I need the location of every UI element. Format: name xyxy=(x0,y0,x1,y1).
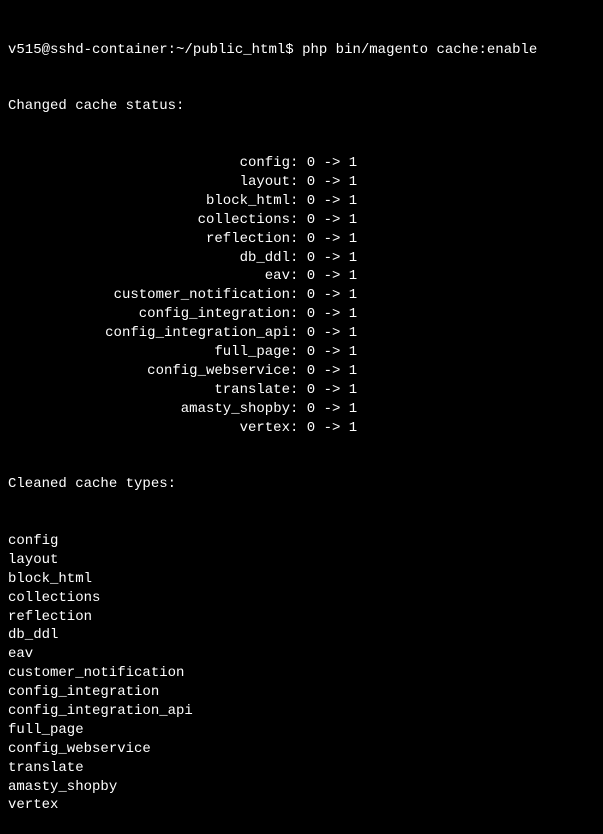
cache-status-list: config: 0 -> 1layout: 0 -> 1block_html: … xyxy=(8,154,595,437)
cache-status-row: db_ddl: 0 -> 1 xyxy=(8,249,595,268)
cache-status-row: amasty_shopby: 0 -> 1 xyxy=(8,400,595,419)
cache-status-change: : 0 -> 1 xyxy=(290,249,357,268)
cache-status-change: : 0 -> 1 xyxy=(290,362,357,381)
cache-name: collections xyxy=(8,211,290,230)
cache-status-change: : 0 -> 1 xyxy=(290,400,357,419)
cache-status-change: : 0 -> 1 xyxy=(290,305,357,324)
cache-name: config_integration_api xyxy=(8,324,290,343)
cleaned-type-item: eav xyxy=(8,645,595,664)
cache-status-change: : 0 -> 1 xyxy=(290,324,357,343)
cleaned-type-item: config_integration_api xyxy=(8,702,595,721)
cache-status-change: : 0 -> 1 xyxy=(290,211,357,230)
cache-name: block_html xyxy=(8,192,290,211)
cleaned-type-item: config_webservice xyxy=(8,740,595,759)
cleaned-types-list: configlayoutblock_htmlcollectionsreflect… xyxy=(8,532,595,815)
cache-status-row: layout: 0 -> 1 xyxy=(8,173,595,192)
cache-name: reflection xyxy=(8,230,290,249)
cache-status-change: : 0 -> 1 xyxy=(290,343,357,362)
cache-name: vertex xyxy=(8,419,290,438)
cache-status-row: config_integration: 0 -> 1 xyxy=(8,305,595,324)
cleaned-type-item: translate xyxy=(8,759,595,778)
cleaned-type-item: full_page xyxy=(8,721,595,740)
terminal-output[interactable]: v515@sshd-container:~/public_html$ php b… xyxy=(8,3,595,834)
cache-name: amasty_shopby xyxy=(8,400,290,419)
cleaned-types-header: Cleaned cache types: xyxy=(8,475,595,494)
shell-prompt: v515@sshd-container:~/public_html$ xyxy=(8,42,302,58)
cache-status-row: full_page: 0 -> 1 xyxy=(8,343,595,362)
cache-name: translate xyxy=(8,381,290,400)
cleaned-type-item: layout xyxy=(8,551,595,570)
cache-name: config_integration xyxy=(8,305,290,324)
command-line: v515@sshd-container:~/public_html$ php b… xyxy=(8,41,595,60)
cache-status-row: config_integration_api: 0 -> 1 xyxy=(8,324,595,343)
cache-status-row: translate: 0 -> 1 xyxy=(8,381,595,400)
cache-status-change: : 0 -> 1 xyxy=(290,381,357,400)
cleaned-type-item: db_ddl xyxy=(8,626,595,645)
cleaned-type-item: customer_notification xyxy=(8,664,595,683)
cache-name: customer_notification xyxy=(8,286,290,305)
cleaned-type-item: reflection xyxy=(8,608,595,627)
cache-name: full_page xyxy=(8,343,290,362)
cache-status-change: : 0 -> 1 xyxy=(290,419,357,438)
cache-name: db_ddl xyxy=(8,249,290,268)
changed-status-header: Changed cache status: xyxy=(8,97,595,116)
cache-status-row: vertex: 0 -> 1 xyxy=(8,419,595,438)
cleaned-type-item: vertex xyxy=(8,796,595,815)
cache-status-change: : 0 -> 1 xyxy=(290,192,357,211)
cache-status-row: config_webservice: 0 -> 1 xyxy=(8,362,595,381)
cache-status-change: : 0 -> 1 xyxy=(290,173,357,192)
cache-status-change: : 0 -> 1 xyxy=(290,154,357,173)
cache-status-row: block_html: 0 -> 1 xyxy=(8,192,595,211)
cleaned-type-item: block_html xyxy=(8,570,595,589)
cleaned-type-item: config_integration xyxy=(8,683,595,702)
cleaned-type-item: config xyxy=(8,532,595,551)
cache-name: config xyxy=(8,154,290,173)
cache-status-change: : 0 -> 1 xyxy=(290,230,357,249)
command-text: php bin/magento cache:enable xyxy=(302,42,537,58)
cache-status-row: customer_notification: 0 -> 1 xyxy=(8,286,595,305)
cleaned-type-item: amasty_shopby xyxy=(8,778,595,797)
cache-status-row: collections: 0 -> 1 xyxy=(8,211,595,230)
cache-status-change: : 0 -> 1 xyxy=(290,286,357,305)
cache-status-row: eav: 0 -> 1 xyxy=(8,267,595,286)
cache-status-change: : 0 -> 1 xyxy=(290,267,357,286)
cache-name: layout xyxy=(8,173,290,192)
cache-status-row: config: 0 -> 1 xyxy=(8,154,595,173)
cleaned-type-item: collections xyxy=(8,589,595,608)
cache-status-row: reflection: 0 -> 1 xyxy=(8,230,595,249)
cache-name: config_webservice xyxy=(8,362,290,381)
cache-name: eav xyxy=(8,267,290,286)
